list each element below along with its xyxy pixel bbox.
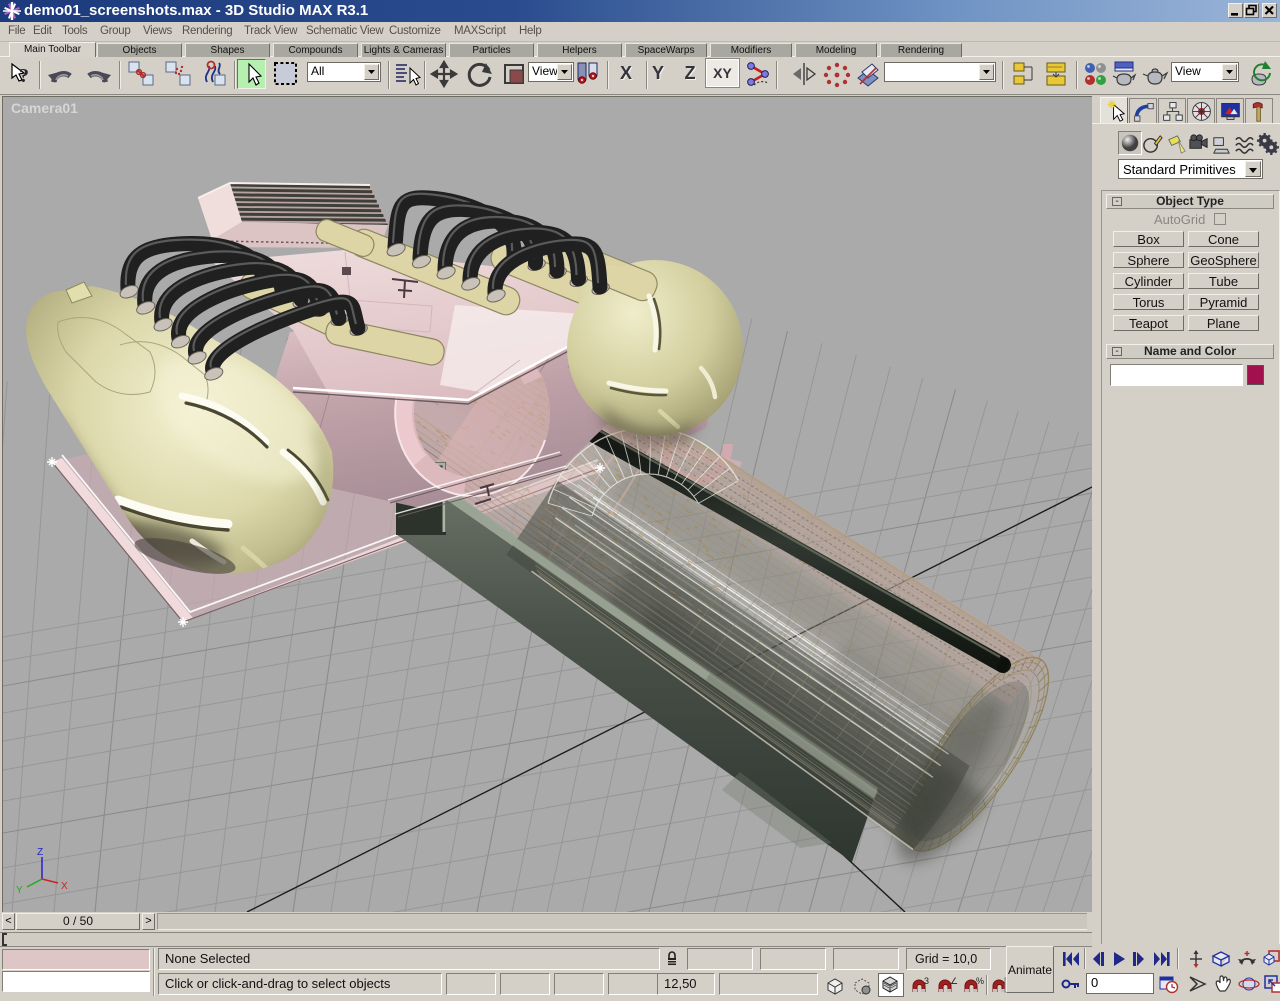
svg-text:Z: Z [37,847,43,858]
svg-text:%: % [976,976,984,986]
svg-text:∠: ∠ [950,976,958,986]
svg-text:Camera01: Camera01 [11,100,78,116]
svg-text:Y: Y [16,885,23,896]
svg-text:?: ? [19,65,29,87]
svg-text:X: X [61,881,68,892]
svg-text:3: 3 [924,976,929,986]
